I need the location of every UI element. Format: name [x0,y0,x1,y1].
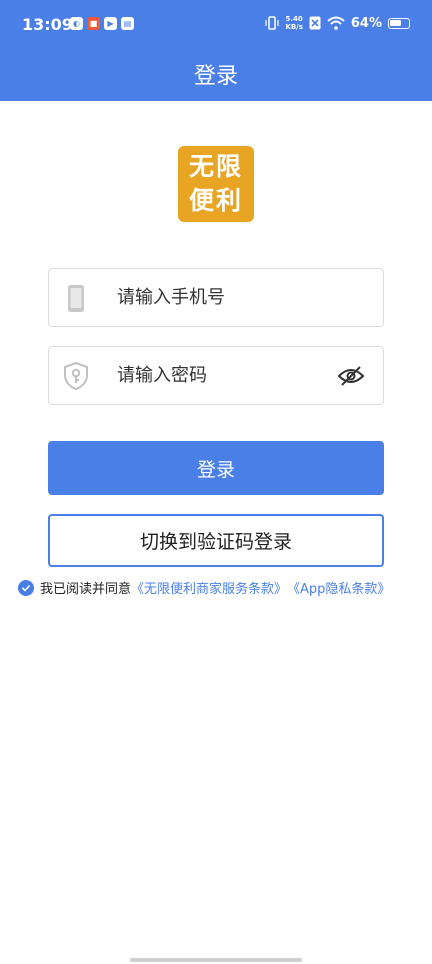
shield-key-icon [64,361,88,391]
app-logo: 无限 便利 [178,146,254,222]
privacy-policy-link[interactable]: 《App隐私条款》 [287,578,390,597]
password-input[interactable] [117,347,337,404]
status-right: 5.40 KB/s 64% [265,15,410,31]
status-bar: 13:09 ◐ ■ ▶ ▤ 5.40 KB/s 64% [0,0,432,50]
password-field[interactable] [48,346,384,405]
notification-icons: ◐ ■ ▶ ▤ [70,17,134,30]
battery-icon [388,17,410,29]
phone-icon [68,285,84,312]
status-time: 13:09 [22,15,73,34]
agreement-checkbox[interactable] [18,579,34,596]
merchant-terms-link[interactable]: 《无限便利商家服务条款》 [131,578,287,597]
network-speed-value: 5.40 [285,15,303,23]
page-title: 登录 [193,64,238,89]
network-speed: 5.40 KB/s [285,15,302,31]
app-notification-icon: ■ [87,17,100,30]
login-button[interactable]: 登录 [48,441,384,495]
eye-off-icon[interactable] [337,364,365,388]
video-app-icon: ▶ [104,17,117,30]
home-indicator[interactable] [130,958,302,962]
switch-to-code-login-button[interactable]: 切换到验证码登录 [48,514,384,567]
app-notification-icon: ◐ [70,17,83,30]
calendar-app-icon: ▤ [121,17,134,30]
phone-input[interactable] [117,269,337,326]
logo-text-line1: 无限 [188,152,243,181]
app-header: 13:09 ◐ ■ ▶ ▤ 5.40 KB/s 64% 登录 [0,0,432,101]
battery-level: 64% [350,15,382,31]
agreement-text: 我已阅读并同意 [40,582,132,597]
vibrate-icon [265,16,279,30]
network-speed-unit: KB/s [285,23,303,31]
wifi-icon [327,16,345,30]
check-icon [21,584,31,592]
no-sim-icon [309,16,321,30]
phone-field[interactable] [48,268,384,327]
logo-text-line2: 便利 [188,186,243,215]
agreement-row: 我已阅读并同意 《无限便利商家服务条款》 《App隐私条款》 [18,578,390,597]
